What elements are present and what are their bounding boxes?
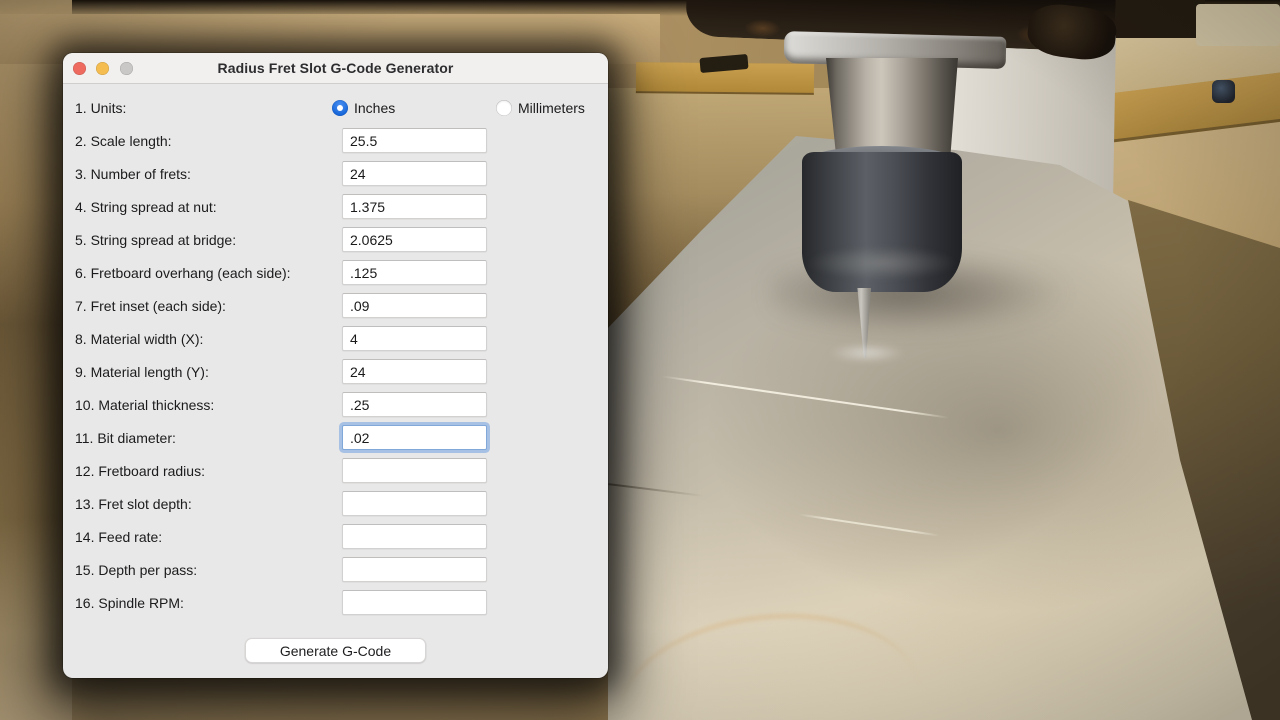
form-row: 12. Fretboard radius: <box>75 458 596 484</box>
field-label: 4. String spread at nut: <box>75 199 217 215</box>
titlebar[interactable]: Radius Fret Slot G-Code Generator <box>63 53 608 84</box>
field-input[interactable] <box>342 326 487 351</box>
screw-head <box>1212 80 1235 103</box>
radio-selected-icon[interactable] <box>332 100 348 116</box>
field-input[interactable] <box>342 458 487 483</box>
cutting-dust <box>828 344 906 362</box>
field-label: 7. Fret inset (each side): <box>75 298 226 314</box>
field-input[interactable] <box>342 590 487 615</box>
form-row: 5. String spread at bridge: <box>75 227 596 253</box>
form-row: 8. Material width (X): <box>75 326 596 352</box>
field-input[interactable] <box>342 161 487 186</box>
units-row: 1. Units: Inches Millimeters <box>75 95 596 121</box>
field-label: 13. Fret slot depth: <box>75 496 192 512</box>
field-input[interactable] <box>342 491 487 516</box>
field-label: 12. Fretboard radius: <box>75 463 205 479</box>
form-row: 15. Depth per pass: <box>75 557 596 583</box>
field-input[interactable] <box>342 425 487 450</box>
field-input[interactable] <box>342 260 487 285</box>
field-label: 5. String spread at bridge: <box>75 232 236 248</box>
field-label: 6. Fretboard overhang (each side): <box>75 265 291 281</box>
field-label: 10. Material thickness: <box>75 397 214 413</box>
field-label: 2. Scale length: <box>75 133 172 149</box>
field-input[interactable] <box>342 524 487 549</box>
field-label: 8. Material width (X): <box>75 331 203 347</box>
generate-gcode-button[interactable]: Generate G-Code <box>245 638 426 663</box>
field-label: 14. Feed rate: <box>75 529 162 545</box>
collet-worn-band <box>806 246 958 280</box>
field-input[interactable] <box>342 557 487 582</box>
window-title: Radius Fret Slot G-Code Generator <box>63 53 608 83</box>
radio-label: Millimeters <box>518 100 585 116</box>
field-input[interactable] <box>342 227 487 252</box>
radio-unselected-icon[interactable] <box>496 100 512 116</box>
units-label: 1. Units: <box>75 100 126 116</box>
form-row: 9. Material length (Y): <box>75 359 596 385</box>
form-row: 4. String spread at nut: <box>75 194 596 220</box>
form-row: 6. Fretboard overhang (each side): <box>75 260 596 286</box>
field-input[interactable] <box>342 194 487 219</box>
field-label: 15. Depth per pass: <box>75 562 197 578</box>
field-label: 3. Number of frets: <box>75 166 191 182</box>
form-row: 13. Fret slot depth: <box>75 491 596 517</box>
form-row: 3. Number of frets: <box>75 161 596 187</box>
field-label: 11. Bit diameter: <box>75 430 176 446</box>
form-row: 10. Material thickness: <box>75 392 596 418</box>
gcode-generator-window: Radius Fret Slot G-Code Generator 1. Uni… <box>63 53 608 678</box>
field-input[interactable] <box>342 128 487 153</box>
form-row: 7. Fret inset (each side): <box>75 293 596 319</box>
form-row: 16. Spindle RPM: <box>75 590 596 616</box>
form-row: 11. Bit diameter: <box>75 425 596 451</box>
field-input[interactable] <box>342 359 487 384</box>
field-input[interactable] <box>342 293 487 318</box>
form-row: 2. Scale length: <box>75 128 596 154</box>
units-option-millimeters[interactable]: Millimeters <box>496 95 585 121</box>
field-label: 9. Material length (Y): <box>75 364 209 380</box>
units-option-inches[interactable]: Inches <box>332 95 395 121</box>
field-input[interactable] <box>342 392 487 417</box>
machine-part-light <box>1196 4 1280 46</box>
left-table-shading <box>0 0 72 720</box>
form-row: 14. Feed rate: <box>75 524 596 550</box>
spindle-shaft <box>826 58 958 160</box>
radio-label: Inches <box>354 100 395 116</box>
field-label: 16. Spindle RPM: <box>75 595 184 611</box>
